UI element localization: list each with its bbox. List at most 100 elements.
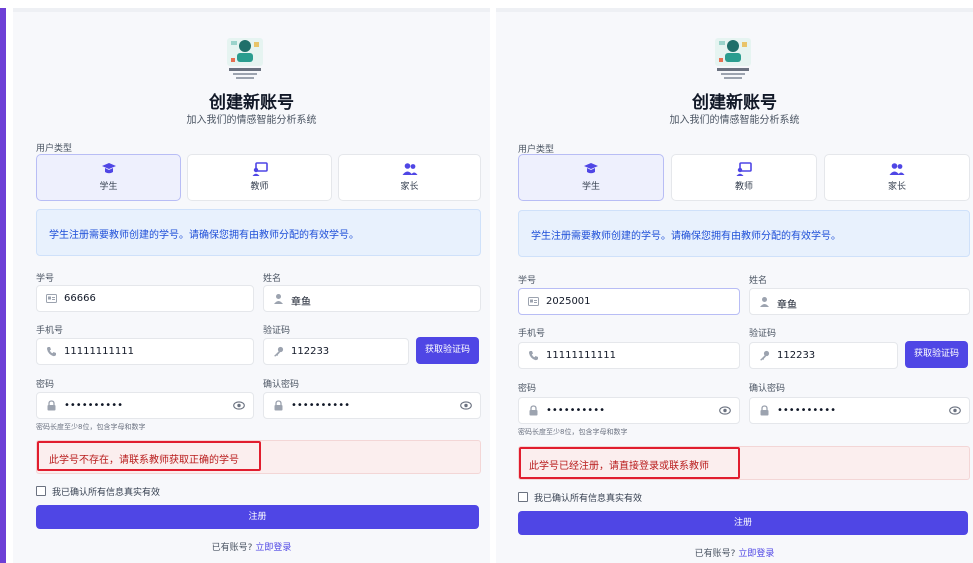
user-type-student-label: 学生 <box>581 182 600 192</box>
name-value: 章鱼 <box>777 300 797 311</box>
confirm-password-label: 确认密码 <box>749 384 786 394</box>
user-icon <box>760 297 769 307</box>
user-type-parent-label: 家长 <box>887 182 906 192</box>
eye-icon[interactable] <box>949 405 961 416</box>
password-value: •••••••••• <box>546 405 605 416</box>
key-icon <box>760 350 770 361</box>
confirm-password-input[interactable]: •••••••••• <box>263 392 481 419</box>
password-value: •••••••••• <box>64 400 123 411</box>
student-id-label: 学号 <box>518 276 537 286</box>
user-type-student-button[interactable]: 学生 <box>518 154 664 201</box>
code-label: 验证码 <box>263 326 291 336</box>
lock-icon <box>47 400 56 411</box>
login-prompt: 已有账号? 立即登录 <box>496 546 973 559</box>
lock-icon <box>760 405 769 416</box>
error-text: 此学号不存在，请联系教师获取正确的学号 <box>49 455 239 466</box>
student-id-label: 学号 <box>36 274 55 284</box>
register-panel-right: 创建新账号 加入我们的情感智能分析系统 用户类型 学生 教师 家长 学生注册需要… <box>496 8 973 563</box>
user-type-teacher-label: 教师 <box>250 182 269 192</box>
phone-value: 11111111111 <box>64 346 134 357</box>
users-icon <box>889 163 905 175</box>
password-hint: 密码长度至少8位，包含字母和数字 <box>518 428 628 436</box>
login-link[interactable]: 立即登录 <box>255 543 291 553</box>
name-label: 姓名 <box>263 274 282 284</box>
password-input[interactable]: •••••••••• <box>518 397 740 424</box>
user-icon <box>274 294 283 304</box>
checkbox-box[interactable] <box>36 486 46 496</box>
phone-label: 手机号 <box>518 329 546 339</box>
lock-icon <box>529 405 538 416</box>
confirm-info-checkbox[interactable]: 我已确认所有信息真实有效 <box>36 485 160 498</box>
register-panel-left: 创建新账号 加入我们的情感智能分析系统 用户类型 学生 教师 家长 学生注册需要… <box>13 8 490 563</box>
phone-label: 手机号 <box>36 326 64 336</box>
user-type-parent-button[interactable]: 家长 <box>824 154 970 201</box>
users-icon <box>402 163 417 175</box>
student-id-value: 2025001 <box>546 296 591 307</box>
error-alert: 此学号不存在，请联系教师获取正确的学号 <box>36 440 481 474</box>
user-type-student-button[interactable]: 学生 <box>36 154 181 201</box>
app-logo-icon <box>223 34 267 80</box>
register-button[interactable]: 注册 <box>518 511 968 535</box>
login-prompt-text: 已有账号? <box>211 543 253 553</box>
page-subtitle: 加入我们的情感智能分析系统 <box>186 115 317 126</box>
login-link[interactable]: 立即登录 <box>738 549 774 559</box>
login-prompt: 已有账号? 立即登录 <box>13 540 490 553</box>
phone-input[interactable]: 11111111111 <box>518 342 740 369</box>
accent-bar <box>0 8 6 563</box>
student-id-input[interactable]: 66666 <box>36 285 254 312</box>
page-title: 创建新账号 <box>209 93 294 113</box>
user-type-label: 用户类型 <box>36 144 73 154</box>
user-type-parent-label: 家长 <box>400 182 419 192</box>
password-hint: 密码长度至少8位，包含字母和数字 <box>36 423 146 431</box>
eye-icon[interactable] <box>233 400 245 411</box>
verification-code-value: 112233 <box>291 346 330 357</box>
user-type-teacher-button[interactable]: 教师 <box>187 154 332 201</box>
verification-code-input[interactable]: 112233 <box>263 338 409 365</box>
verification-code-input[interactable]: 112233 <box>749 342 898 369</box>
confirm-password-value: •••••••••• <box>291 400 350 411</box>
student-id-value: 66666 <box>64 293 96 304</box>
confirm-password-input[interactable]: •••••••••• <box>749 397 970 424</box>
user-type-teacher-label: 教师 <box>734 182 753 192</box>
password-input[interactable]: •••••••••• <box>36 392 254 419</box>
name-value: 章鱼 <box>291 297 311 308</box>
get-code-button[interactable]: 获取验证码 <box>416 337 479 364</box>
get-code-button[interactable]: 获取验证码 <box>905 341 968 368</box>
checkbox-label: 我已确认所有信息真实有效 <box>534 494 643 504</box>
error-alert: 此学号已经注册，请直接登录或联系教师 <box>518 446 970 480</box>
password-label: 密码 <box>518 384 537 394</box>
phone-icon <box>528 351 538 361</box>
info-notice: 学生注册需要教师创建的学号。请确保您拥有由教师分配的有效学号。 <box>36 209 481 256</box>
confirm-password-label: 确认密码 <box>263 380 300 390</box>
error-text: 此学号已经注册，请直接登录或联系教师 <box>529 461 709 472</box>
phone-input[interactable]: 11111111111 <box>36 338 254 365</box>
name-input[interactable]: 章鱼 <box>263 285 481 312</box>
user-type-student-label: 学生 <box>99 182 118 192</box>
top-strip <box>13 8 490 12</box>
eye-icon[interactable] <box>719 405 731 416</box>
info-notice: 学生注册需要教师创建的学号。请确保您拥有由教师分配的有效学号。 <box>518 210 970 257</box>
name-label: 姓名 <box>749 276 768 286</box>
id-card-icon <box>46 294 57 303</box>
phone-icon <box>46 347 56 357</box>
page-title: 创建新账号 <box>692 93 777 113</box>
register-button[interactable]: 注册 <box>36 505 479 529</box>
user-type-teacher-button[interactable]: 教师 <box>671 154 817 201</box>
name-input[interactable]: 章鱼 <box>749 288 970 315</box>
graduation-cap-icon <box>101 163 116 174</box>
student-id-input[interactable]: 2025001 <box>518 288 740 315</box>
verification-code-value: 112233 <box>777 350 816 361</box>
checkbox-label: 我已确认所有信息真实有效 <box>52 488 161 498</box>
chalkboard-teacher-icon <box>736 162 752 176</box>
chalkboard-teacher-icon <box>252 162 268 176</box>
confirm-info-checkbox[interactable]: 我已确认所有信息真实有效 <box>518 491 642 504</box>
id-card-icon <box>528 297 539 306</box>
lock-icon <box>274 400 283 411</box>
app-logo-icon <box>711 34 755 80</box>
eye-icon[interactable] <box>460 400 472 411</box>
checkbox-box[interactable] <box>518 492 528 502</box>
user-type-parent-button[interactable]: 家长 <box>338 154 481 201</box>
login-prompt-text: 已有账号? <box>694 549 736 559</box>
graduation-cap-icon <box>584 163 598 174</box>
code-label: 验证码 <box>749 329 777 339</box>
